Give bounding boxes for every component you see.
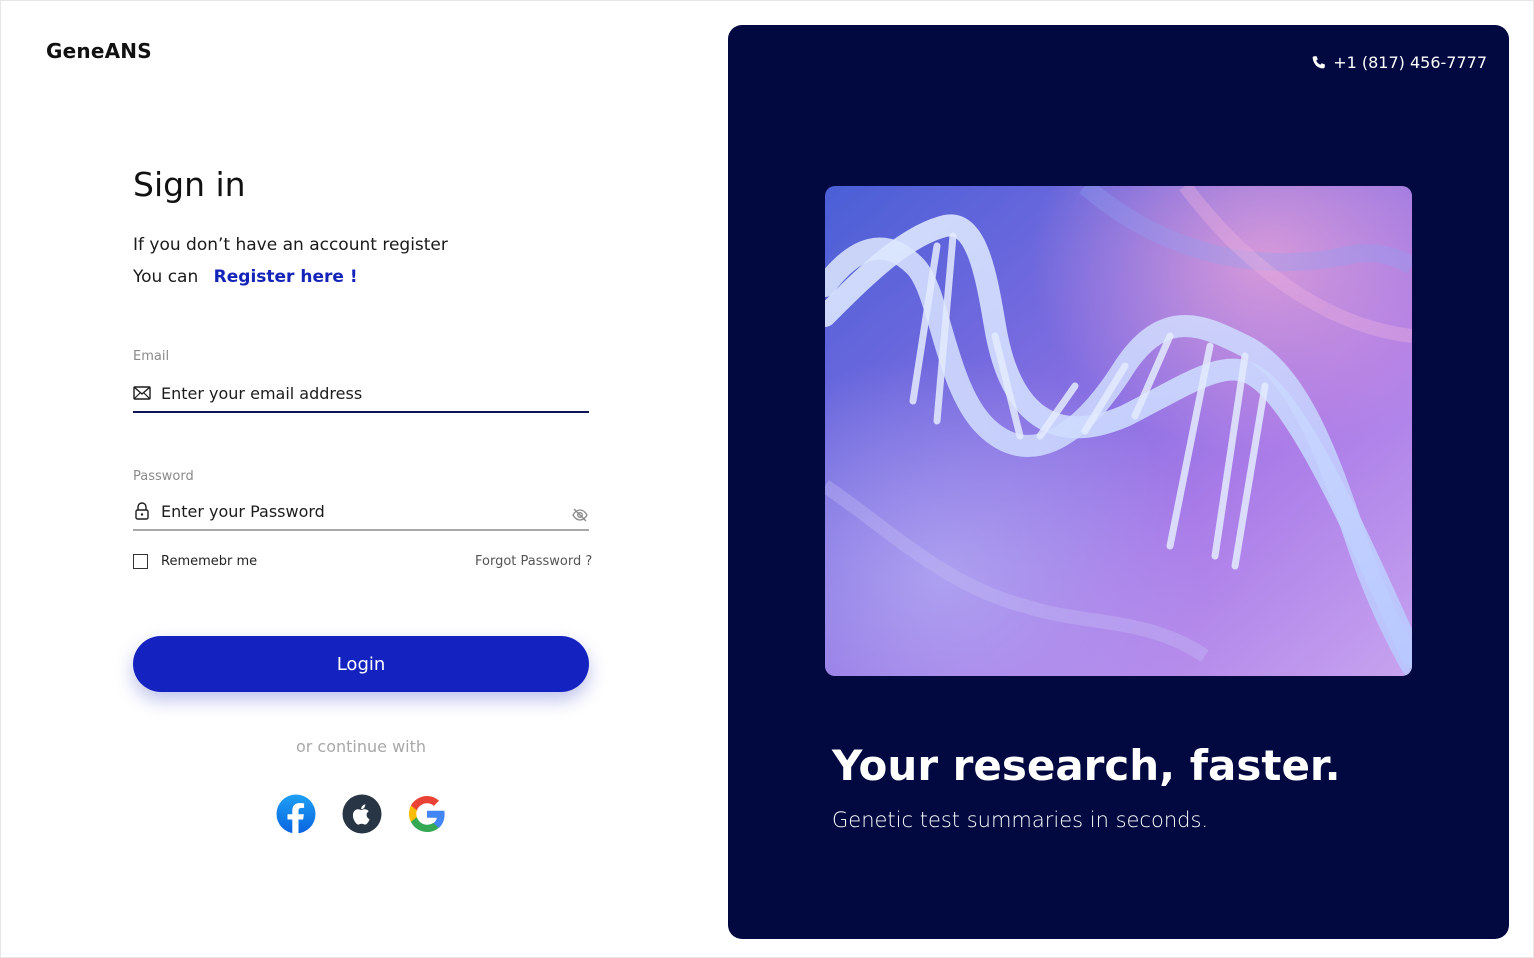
remember-checkbox[interactable] — [133, 554, 148, 569]
register-line: You can Register here ! — [133, 267, 358, 287]
remember-me[interactable]: Rememebr me — [133, 554, 257, 569]
register-prefix: You can — [133, 267, 199, 287]
email-input[interactable] — [161, 383, 589, 403]
mail-icon — [133, 384, 151, 402]
email-label: Email — [133, 349, 170, 364]
hero-headline: Your research, faster. — [832, 741, 1341, 790]
password-label: Password — [133, 469, 194, 484]
brand-logo[interactable]: GeneANS — [46, 39, 152, 63]
continue-with-label: or continue with — [295, 737, 427, 756]
forgot-password-link[interactable]: Forgot Password ? — [475, 554, 592, 569]
password-input[interactable] — [161, 501, 571, 521]
password-field[interactable] — [133, 493, 589, 531]
google-icon[interactable] — [407, 794, 447, 834]
lock-icon — [133, 502, 151, 520]
page-frame: GeneANS Sign in If you don’t have an acc… — [0, 0, 1534, 958]
phone-icon — [1311, 55, 1327, 71]
remember-label: Rememebr me — [161, 554, 258, 569]
eye-off-icon[interactable] — [571, 506, 589, 524]
phone-number: +1 (817) 456-7777 — [1333, 53, 1487, 72]
hero-subheadline: Genetic test summaries in seconds. — [832, 808, 1209, 832]
dna-hero-image — [825, 186, 1412, 676]
email-field[interactable] — [133, 375, 589, 413]
register-prompt: If you don’t have an account register — [133, 235, 448, 255]
login-button[interactable]: Login — [133, 636, 589, 692]
facebook-icon[interactable] — [276, 794, 316, 834]
hero-panel: +1 (817) 456-7777 Your research, faster.… — [728, 25, 1509, 939]
page-title: Sign in — [133, 165, 246, 204]
phone-contact[interactable]: +1 (817) 456-7777 — [1311, 53, 1487, 72]
apple-icon[interactable] — [342, 794, 382, 834]
register-link[interactable]: Register here ! — [214, 267, 358, 287]
